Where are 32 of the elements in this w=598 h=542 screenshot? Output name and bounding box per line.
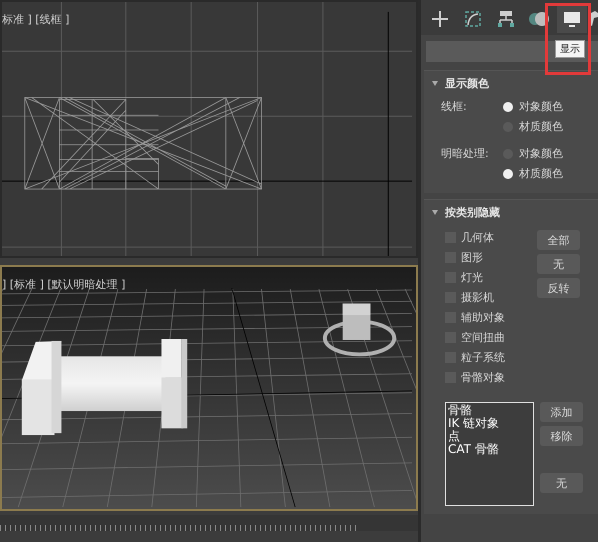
checkbox-label[interactable]: 图形 [461, 250, 483, 264]
action-button[interactable]: 移除 [540, 426, 583, 446]
list-item[interactable]: IK 链对象 [448, 417, 531, 430]
checkbox-label[interactable]: 粒子系统 [461, 350, 505, 364]
checkbox-label[interactable]: 灯光 [461, 270, 483, 284]
list-item[interactable]: 点 [448, 430, 531, 443]
tooltip: 显示 [555, 40, 585, 58]
checkbox-label[interactable]: 辅助对象 [461, 310, 505, 324]
rollout-title[interactable]: 按类别隐藏 [445, 204, 500, 220]
viewport[interactable]: ] [标准 ] [默认明暗处理 ] [0, 265, 418, 511]
viewport-label[interactable]: ] [标准 ] [默认明暗处理 ] [2, 277, 126, 292]
rollout-title[interactable]: 显示颜色 [445, 76, 489, 90]
viewport-label[interactable]: 标准 ] [线框 ] [2, 12, 70, 27]
field-label: 线框: [441, 99, 468, 114]
radio-label[interactable]: 对象颜色 [519, 99, 563, 114]
checkbox-label[interactable]: 骨骼对象 [461, 370, 505, 384]
action-button[interactable]: 添加 [540, 402, 583, 422]
category-list[interactable]: 骨骼 IK 链对象 点 CAT 骨骼 [445, 402, 534, 506]
radio-label[interactable]: 材质颜色 [519, 166, 563, 181]
action-button[interactable]: 反转 [537, 278, 580, 298]
list-item[interactable]: CAT 骨骼 [448, 443, 531, 456]
checkbox-label[interactable]: 几何体 [461, 230, 494, 244]
action-button[interactable]: 全部 [537, 230, 580, 250]
field-label: 明暗处理: [441, 146, 490, 161]
checkbox-label[interactable]: 空间扭曲 [461, 330, 505, 344]
action-button[interactable]: 无 [537, 254, 580, 274]
viewport[interactable]: 标准 ] [线框 ] [0, 0, 418, 258]
list-item[interactable]: 骨骼 [448, 404, 531, 417]
action-button[interactable]: 无 [540, 473, 583, 493]
radio-label[interactable]: 对象颜色 [519, 146, 563, 161]
radio-label[interactable]: 材质颜色 [519, 119, 563, 134]
checkbox-label[interactable]: 摄影机 [461, 290, 494, 304]
